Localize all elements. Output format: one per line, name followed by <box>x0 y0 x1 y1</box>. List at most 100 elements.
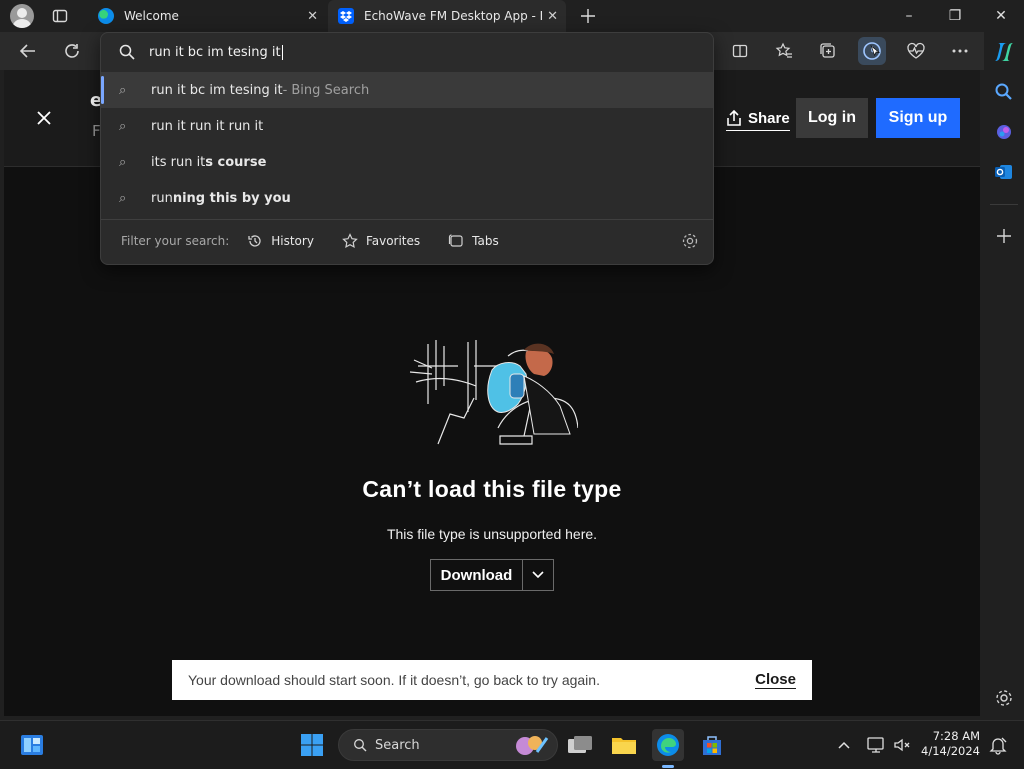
sidebar-outlook-button[interactable] <box>994 162 1014 182</box>
browser-essentials-button[interactable] <box>902 37 930 65</box>
download-button[interactable]: Download <box>431 560 523 590</box>
download-split-button: Download <box>430 559 554 591</box>
notification-bell-icon <box>989 737 1007 755</box>
suggestion-suffix: - Bing Search <box>282 82 370 98</box>
edge-taskbar-button[interactable] <box>652 729 684 768</box>
refresh-button[interactable] <box>58 37 86 65</box>
address-input[interactable]: run it bc im tesing it <box>149 44 283 60</box>
store-icon <box>703 736 721 755</box>
favorites-button[interactable] <box>770 37 798 65</box>
suggestion-text: its run it <box>151 154 206 170</box>
tab-strip: Welcome ✕ EchoWave FM Desktop App - Dr ✕… <box>0 0 1024 32</box>
taskbar-search[interactable]: Search <box>338 729 558 761</box>
suggestion-text: run it run it run it <box>151 118 264 134</box>
settings-more-button[interactable] <box>946 37 974 65</box>
filter-history-label: History <box>271 234 314 248</box>
signup-button[interactable]: Sign up <box>876 98 960 138</box>
extension-icon <box>863 42 881 60</box>
filter-tabs-label: Tabs <box>472 234 499 248</box>
suggestion-item[interactable]: ⌕ its run it s course <box>101 144 713 180</box>
file-explorer-button[interactable] <box>608 729 640 761</box>
login-button[interactable]: Log in <box>796 98 868 138</box>
sidebar-copilot-app-button[interactable] <box>994 122 1014 142</box>
suggestion-item[interactable]: ⌕ run it bc im tesing it - Bing Search <box>101 72 713 108</box>
search-icon: ⌕ <box>119 82 127 98</box>
address-bar[interactable]: run it bc im tesing it <box>101 33 713 71</box>
task-view-button[interactable] <box>564 729 596 761</box>
folder-icon <box>612 738 636 754</box>
restore-button[interactable]: ❐ <box>932 0 978 32</box>
star-list-icon <box>775 42 792 58</box>
outlook-icon <box>995 165 1012 179</box>
show-hidden-icons-button[interactable] <box>836 737 852 753</box>
search-settings-button[interactable] <box>681 232 699 250</box>
close-icon <box>37 111 51 125</box>
error-message: This file type is unsupported here. <box>386 526 598 542</box>
volume-button[interactable] <box>892 735 912 755</box>
new-tab-button[interactable] <box>578 6 598 26</box>
copilot-button[interactable] <box>990 38 1018 66</box>
clock[interactable]: 7:28 AM 4/14/2024 <box>918 729 980 761</box>
share-label: Share <box>748 109 790 127</box>
task-view-icon <box>568 736 592 753</box>
minimize-button[interactable]: – <box>886 0 932 32</box>
copilot-icon <box>995 43 1013 61</box>
filter-history[interactable]: History <box>247 233 314 249</box>
tab-title: EchoWave FM Desktop App - Dr <box>364 9 542 23</box>
user-icon <box>12 8 32 28</box>
filter-favorites-label: Favorites <box>365 234 421 248</box>
network-icon <box>867 737 884 753</box>
share-icon <box>727 109 741 126</box>
tab-welcome[interactable]: Welcome ✕ <box>88 0 326 32</box>
widgets-button[interactable] <box>16 729 48 761</box>
download-toast: Your download should start soon. If it d… <box>172 660 812 700</box>
sidebar-search-button[interactable] <box>994 82 1014 102</box>
windows-taskbar: Search 7:28 AM 4/14/2024 <box>0 720 1024 769</box>
volume-muted-icon <box>894 738 910 752</box>
split-screen-button[interactable] <box>726 37 754 65</box>
close-icon[interactable]: ✕ <box>307 9 318 24</box>
illustration <box>408 336 578 448</box>
search-icon <box>354 739 367 752</box>
extension-button[interactable] <box>858 37 886 65</box>
more-icon <box>952 49 968 53</box>
chevron-up-icon <box>838 741 850 749</box>
edge-sidebar <box>984 32 1024 716</box>
tab-actions-icon[interactable] <box>52 8 68 24</box>
close-window-button[interactable]: ✕ <box>978 0 1024 32</box>
notifications-button[interactable] <box>988 735 1008 755</box>
network-button[interactable] <box>866 735 886 755</box>
store-button[interactable] <box>696 729 728 761</box>
filter-row: Filter your search: History Favorites Ta… <box>101 220 713 262</box>
suggestion-bold: s course <box>205 154 267 170</box>
search-highlight-icon <box>516 736 549 755</box>
gear-icon <box>682 233 698 249</box>
toast-close-button[interactable]: Close <box>755 671 796 689</box>
back-button[interactable] <box>14 37 42 65</box>
gear-icon <box>996 690 1012 706</box>
search-icon: ⌕ <box>119 154 127 170</box>
plus-icon <box>997 229 1011 243</box>
search-icon: ⌕ <box>119 118 127 134</box>
filter-favorites[interactable]: Favorites <box>342 233 420 249</box>
close-icon[interactable]: ✕ <box>547 9 558 24</box>
share-button[interactable]: Share <box>726 106 790 131</box>
download-options-button[interactable] <box>523 560 553 590</box>
profile-avatar[interactable] <box>10 4 34 28</box>
search-icon <box>119 44 135 60</box>
filter-tabs[interactable]: Tabs <box>448 233 499 249</box>
suggestion-item[interactable]: ⌕ run ning this by you <box>101 180 713 216</box>
tab-echowave[interactable]: EchoWave FM Desktop App - Dr ✕ <box>328 0 566 32</box>
close-preview-button[interactable] <box>34 108 54 128</box>
start-button[interactable] <box>296 729 328 761</box>
heart-pulse-icon <box>907 42 925 59</box>
sidebar-settings-button[interactable] <box>994 688 1014 708</box>
filter-label: Filter your search: <box>121 234 230 248</box>
tabs-icon <box>449 234 463 247</box>
collections-button[interactable] <box>814 37 842 65</box>
sidebar-add-button[interactable] <box>996 228 1012 244</box>
suggestion-item[interactable]: ⌕ run it run it run it <box>101 108 713 144</box>
error-heading: Can’t load this file type <box>362 476 622 502</box>
star-icon <box>342 233 358 249</box>
address-bar-dropdown: run it bc im tesing it ⌕ run it bc im te… <box>100 32 714 265</box>
